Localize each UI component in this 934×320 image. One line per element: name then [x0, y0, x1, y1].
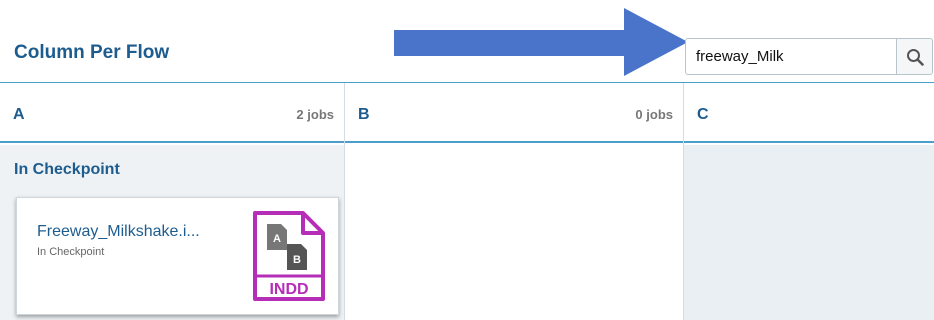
column-a: A 2 jobs In Checkpoint Freeway_Milkshake…	[0, 83, 345, 320]
section-title: In Checkpoint	[14, 161, 120, 178]
section-body: Freeway_Milkshake.i... In Checkpoint A B…	[0, 189, 344, 320]
column-c: C	[684, 83, 934, 320]
search-input[interactable]	[686, 39, 896, 74]
job-name[interactable]: Freeway_Milkshake.i...	[37, 223, 200, 241]
file-type-label: INDD	[269, 281, 308, 298]
column-b-header: B 0 jobs	[345, 83, 683, 143]
column-b-count: 0 jobs	[635, 107, 673, 122]
search-box	[685, 38, 933, 75]
search-icon	[906, 48, 924, 66]
search-button[interactable]	[896, 39, 932, 74]
column-c-title: C	[697, 106, 709, 123]
page-title: Column Per Flow	[14, 42, 170, 63]
arrow-right-icon	[394, 8, 688, 76]
section-header-in-checkpoint[interactable]: In Checkpoint	[0, 145, 344, 189]
column-b: B 0 jobs	[345, 83, 684, 320]
job-card[interactable]: Freeway_Milkshake.i... In Checkpoint A B…	[16, 197, 339, 315]
column-a-header: A 2 jobs	[0, 83, 344, 143]
column-b-title: B	[358, 106, 370, 123]
column-a-title: A	[13, 106, 25, 123]
column-a-count: 2 jobs	[296, 107, 334, 122]
column-c-body	[684, 145, 934, 320]
indd-glyph-b: B	[293, 254, 301, 266]
column-c-header: C	[684, 83, 934, 143]
indd-glyph-a: A	[273, 233, 281, 245]
indd-file-icon: A B INDD	[253, 211, 325, 301]
job-status: In Checkpoint	[37, 246, 105, 258]
page-header: Column Per Flow	[0, 0, 934, 82]
